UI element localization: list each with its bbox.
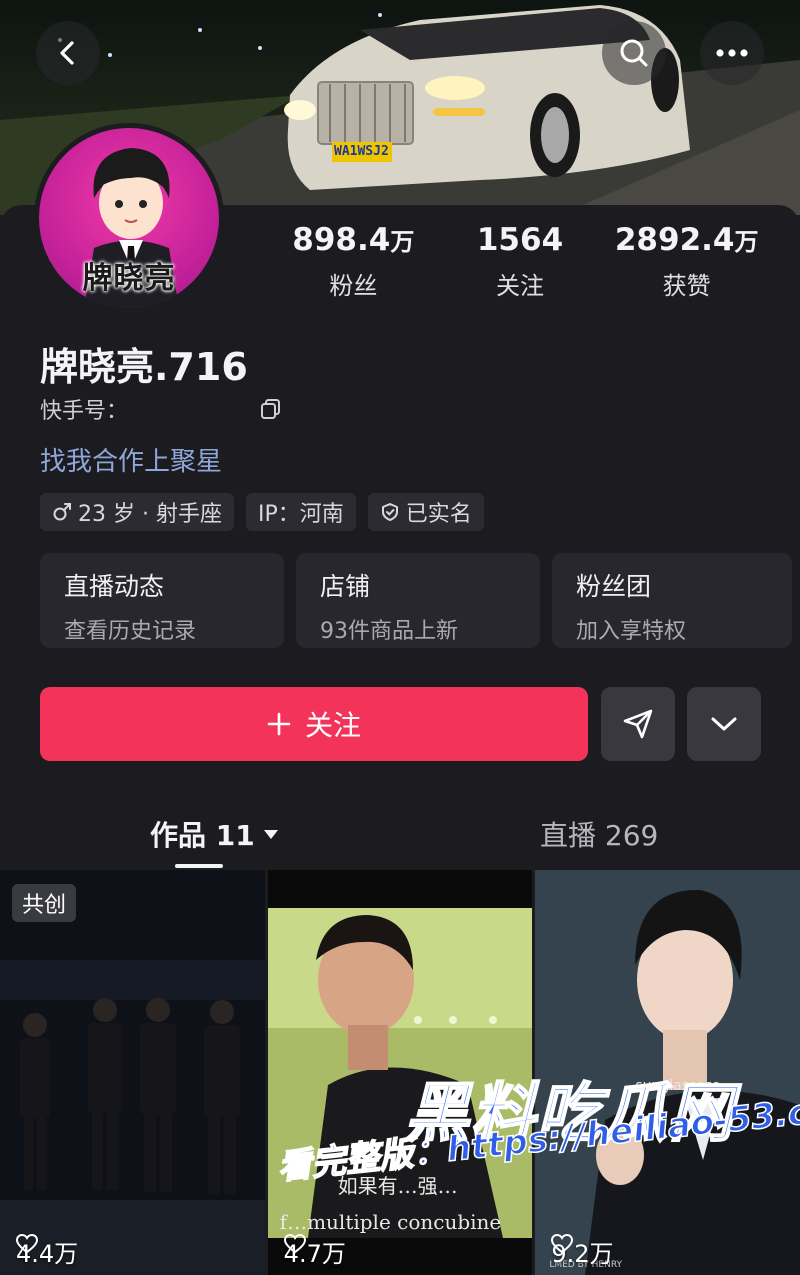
content-tabs: 作品 11 直播 269	[0, 806, 800, 868]
co-create-badge: 共创	[12, 884, 77, 922]
follow-button[interactable]: 关注	[40, 687, 588, 761]
card-title: 粉丝团	[576, 572, 652, 601]
more-button[interactable]	[700, 21, 764, 85]
follow-label: 关注	[304, 709, 361, 742]
tag-ip: IP：河南	[245, 493, 356, 531]
tag-age-text: 23 岁 · 射手座	[78, 502, 222, 527]
tags-row: 23 岁 · 射手座 IP：河南 已实名	[40, 493, 484, 531]
tag-verified-text: 已实名	[405, 502, 472, 527]
stat-likes[interactable]: 2892.4万 获赞	[603, 222, 770, 301]
kuaishou-id-label: 快手号：	[40, 399, 129, 424]
video-likes: 4.7万	[283, 1234, 346, 1269]
video-tile-1[interactable]: 共创 4.4万	[0, 870, 265, 1275]
search-button[interactable]	[602, 21, 666, 85]
card-fan-club[interactable]: 粉丝团 加入享特权	[552, 553, 792, 648]
video-likes: 4.4万	[16, 1234, 78, 1269]
chevron-left-icon	[60, 41, 74, 65]
kuaishou-id-redacted	[132, 399, 253, 419]
tag-verified: 已实名	[367, 493, 484, 531]
card-title: 直播动态	[64, 572, 165, 601]
send-icon	[623, 709, 653, 739]
back-button[interactable]	[36, 21, 100, 85]
profile-name: 牌晓亮.716	[40, 345, 248, 389]
search-icon	[620, 39, 648, 67]
more-actions-button[interactable]	[687, 687, 761, 761]
heart-icon	[551, 1234, 574, 1254]
heart-icon	[283, 1234, 306, 1254]
more-dots-icon	[716, 49, 748, 57]
card-subtitle: 93件商品上新	[320, 619, 458, 644]
stat-likes-label: 获赞	[662, 272, 711, 300]
male-icon	[53, 503, 71, 521]
shield-check-icon	[381, 503, 398, 521]
stat-following-number: 1564	[476, 222, 564, 258]
video-thumbnail-group	[0, 870, 265, 1275]
stat-fans-label: 粉丝	[329, 272, 378, 300]
card-title: 店铺	[320, 572, 371, 601]
stat-following[interactable]: 1564 关注	[437, 222, 604, 301]
card-live-history[interactable]: 直播动态 查看历史记录	[40, 553, 284, 648]
chevron-down-icon	[711, 717, 737, 731]
avatar[interactable]: 牌晓亮	[34, 123, 224, 313]
copy-icon[interactable]	[260, 398, 282, 420]
heart-icon	[16, 1234, 38, 1254]
avatar-name-text: 牌晓亮	[82, 261, 176, 296]
tag-ip-text: IP：河南	[257, 502, 344, 527]
license-plate-text: WA1WSJ2	[334, 144, 389, 159]
stat-fans-number: 898.4万	[292, 222, 415, 258]
tab-works-label: 作品 11	[150, 819, 255, 852]
kuaishou-id-row: 快手号：	[40, 393, 282, 425]
video-likes: 9.2万	[551, 1234, 614, 1269]
feature-cards: 直播动态 查看历史记录 店铺 93件商品上新 粉丝团 加入享特权	[40, 553, 792, 648]
tab-active-indicator	[175, 864, 223, 868]
card-subtitle: 查看历史记录	[64, 619, 197, 644]
stat-following-label: 关注	[496, 272, 544, 300]
card-shop[interactable]: 店铺 93件商品上新	[296, 553, 540, 648]
card-subtitle: 加入享特权	[576, 619, 687, 644]
tab-live[interactable]: 直播 269	[540, 814, 658, 854]
plus-icon	[267, 712, 291, 736]
caret-down-icon	[263, 830, 278, 839]
stats-row: 898.4万 粉丝 1564 关注 2892.4万 获赞	[270, 222, 770, 301]
video-caption-en: f…multiple concubine	[279, 1210, 502, 1234]
tag-age: 23 岁 · 射手座	[40, 493, 234, 531]
stat-likes-number: 2892.4万	[614, 222, 759, 258]
stat-fans[interactable]: 898.4万 粉丝	[270, 222, 437, 301]
tab-works[interactable]: 作品 11	[150, 814, 279, 854]
share-button[interactable]	[601, 687, 675, 761]
cooperation-link[interactable]: 找我合作上聚星	[40, 441, 222, 478]
